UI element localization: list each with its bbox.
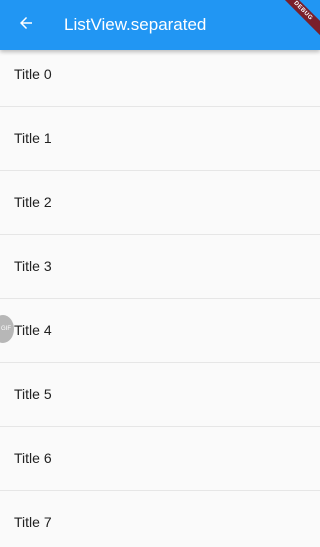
list-item[interactable]: Title 7 xyxy=(0,491,320,547)
list-item-title: Title 7 xyxy=(14,514,52,530)
list-item[interactable]: Title 6 xyxy=(0,427,320,490)
list-item[interactable]: Title 2 xyxy=(0,171,320,234)
side-handle-label: GIF xyxy=(1,326,11,332)
list-item-title: Title 5 xyxy=(14,386,52,402)
list-item[interactable]: Title 1 xyxy=(0,107,320,170)
list-item[interactable]: Title 4 xyxy=(0,299,320,362)
list-item[interactable]: Title 0 xyxy=(0,43,320,106)
list-item[interactable]: Title 5 xyxy=(0,363,320,426)
list-item-title: Title 3 xyxy=(14,258,52,274)
debug-banner: DEBUG xyxy=(280,0,320,40)
back-button[interactable] xyxy=(8,7,44,43)
list-item-title: Title 2 xyxy=(14,194,52,210)
list-item[interactable]: Title 3 xyxy=(0,235,320,298)
list-item-title: Title 6 xyxy=(14,450,52,466)
app-screen: ListView.separated DEBUG Title 0 Title 1… xyxy=(0,0,320,547)
list-item-title: Title 4 xyxy=(14,322,52,338)
page-title: ListView.separated xyxy=(64,15,207,34)
list-item-title: Title 0 xyxy=(14,66,52,82)
app-bar: ListView.separated xyxy=(0,0,320,50)
debug-banner-label: DEBUG xyxy=(280,0,320,40)
separated-list: Title 0 Title 1 Title 2 Title 3 Title 4 … xyxy=(0,43,320,547)
arrow-back-icon xyxy=(17,14,35,37)
list-item-title: Title 1 xyxy=(14,130,52,146)
